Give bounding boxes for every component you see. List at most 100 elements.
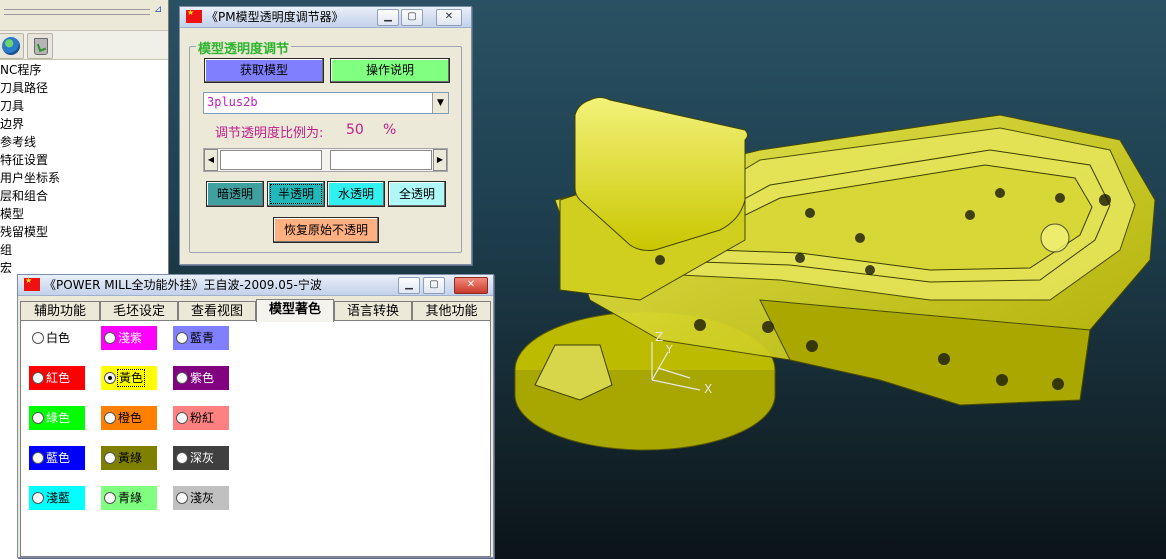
dark-transparent-button[interactable]: 暗透明 [206, 181, 264, 207]
color-option-label: 黃綠 [118, 451, 143, 465]
water-transparent-button[interactable]: 水透明 [327, 181, 385, 207]
tree-item-stock-models[interactable]: 残留模型 [0, 223, 168, 241]
color-option-label: 淺紫 [118, 331, 143, 345]
radio-button[interactable] [32, 412, 44, 424]
radio-button[interactable] [32, 332, 44, 344]
close-button[interactable]: ✕ [454, 277, 488, 294]
tab-model-shading[interactable]: 模型著色 [256, 299, 334, 322]
color-option[interactable]: 青綠 [101, 486, 157, 510]
tab-auxiliary[interactable]: 辅助功能 [20, 301, 100, 321]
radio-button[interactable] [32, 452, 44, 464]
china-flag-icon [24, 276, 40, 291]
color-option[interactable]: 深灰 [173, 446, 229, 470]
tree-item-levels[interactable]: 层和组合 [0, 187, 168, 205]
tab-view[interactable]: 查看视图 [178, 301, 256, 321]
axis-label-y: Y [666, 343, 673, 356]
color-option[interactable]: 紫色 [173, 366, 229, 390]
color-option-label: 淺灰 [190, 491, 215, 505]
color-option[interactable]: 橙色 [101, 406, 157, 430]
radio-button[interactable] [104, 452, 116, 464]
scroll-right-icon[interactable]: ▶ [433, 149, 447, 171]
tree-item-models[interactable]: 模型 [0, 205, 168, 223]
globe-button[interactable] [0, 33, 24, 59]
plugin-window: 《POWER MILL全功能外挂》王自波-2009.05-宁波 ▁ ▢ ✕ 辅助… [17, 274, 494, 558]
radio-button[interactable] [176, 452, 188, 464]
slider-thumb[interactable] [220, 150, 322, 170]
explorer-toolbar [0, 31, 168, 60]
radio-button[interactable] [176, 412, 188, 424]
radio-button[interactable] [176, 492, 188, 504]
color-option-label: 黃色 [116, 369, 146, 387]
recycle-bin-button[interactable] [27, 33, 53, 59]
axis-label-x: X [704, 382, 713, 396]
chevron-down-icon[interactable]: ▼ [432, 93, 448, 113]
model-select-value: 3plus2b [207, 95, 258, 109]
color-option-label: 白色 [46, 331, 71, 345]
globe-icon [2, 37, 20, 55]
instructions-button[interactable]: 操作说明 [330, 58, 450, 83]
radio-button[interactable] [32, 372, 44, 384]
color-option[interactable]: 紅色 [29, 366, 85, 390]
model-select[interactable]: 3plus2b ▼ [203, 92, 449, 114]
radio-button[interactable] [104, 332, 116, 344]
tab-language[interactable]: 语言转换 [334, 301, 412, 321]
half-transparent-button[interactable]: 半透明 [267, 181, 325, 207]
minimize-button[interactable]: ▁ [377, 9, 399, 26]
transparency-slider[interactable]: ◀ ▶ [203, 148, 448, 172]
color-option[interactable]: 淺灰 [173, 486, 229, 510]
color-option-label: 粉紅 [190, 411, 215, 425]
tab-stock-setup[interactable]: 毛坯设定 [100, 301, 178, 321]
tree-item-nc-programs[interactable]: NC程序 [0, 61, 168, 79]
radio-button[interactable] [104, 492, 116, 504]
tree-item-feature-sets[interactable]: 特征设置 [0, 151, 168, 169]
toolbar-grip[interactable] [4, 9, 150, 15]
plugin-titlebar[interactable]: 《POWER MILL全功能外挂》王自波-2009.05-宁波 ▁ ▢ ✕ [18, 275, 493, 296]
color-option-label: 深灰 [190, 451, 215, 465]
ratio-value: 50 [346, 122, 364, 138]
get-model-button[interactable]: 获取模型 [204, 58, 324, 83]
radio-button[interactable] [176, 332, 188, 344]
maximize-button[interactable]: ▢ [423, 277, 445, 294]
tree-item-workplanes[interactable]: 用户坐标系 [0, 169, 168, 187]
color-option[interactable]: 黃色 [101, 366, 157, 390]
radio-button[interactable] [104, 372, 116, 384]
color-option[interactable]: 藍色 [29, 446, 85, 470]
ratio-unit: % [383, 122, 397, 138]
color-option-label: 紅色 [46, 371, 71, 385]
pin-icon[interactable]: ⊿ [154, 4, 165, 16]
transparency-titlebar[interactable]: 《PM模型透明度调节器》 ▁ ▢ ✕ [180, 7, 471, 28]
tree-item-patterns[interactable]: 参考线 [0, 133, 168, 151]
tree-item-boundaries[interactable]: 边界 [0, 115, 168, 133]
maximize-button[interactable]: ▢ [401, 9, 423, 26]
color-option[interactable]: 粉紅 [173, 406, 229, 430]
axis-label-z: Z [655, 330, 664, 344]
color-option[interactable]: 淺藍 [29, 486, 85, 510]
ratio-label: 调节透明度比例为: [215, 126, 324, 141]
group-title: 模型透明度调节 [196, 38, 292, 57]
color-option[interactable]: 黃綠 [101, 446, 157, 470]
color-option[interactable]: 綠色 [29, 406, 85, 430]
tab-other[interactable]: 其他功能 [412, 301, 491, 321]
tree-item-tools[interactable]: 刀具 [0, 97, 168, 115]
color-option[interactable]: 藍青 [173, 326, 229, 350]
color-option-label: 紫色 [190, 371, 215, 385]
color-option-label: 淺藍 [46, 491, 71, 505]
minimize-button[interactable]: ▁ [398, 277, 420, 294]
restore-opaque-button[interactable]: 恢复原始不透明 [273, 217, 379, 243]
radio-button[interactable] [104, 412, 116, 424]
scroll-left-icon[interactable]: ◀ [204, 149, 218, 171]
color-option-label: 藍青 [190, 331, 215, 345]
close-button[interactable]: ✕ [436, 9, 462, 26]
tree-item-toolpaths[interactable]: 刀具路径 [0, 79, 168, 97]
slider-track-right[interactable] [330, 150, 432, 170]
radio-button[interactable] [176, 372, 188, 384]
color-option[interactable]: 白色 [29, 326, 85, 350]
radio-button[interactable] [32, 492, 44, 504]
recycle-bin-icon [34, 38, 48, 55]
color-option-label: 綠色 [46, 411, 71, 425]
tree-item-groups[interactable]: 组 [0, 241, 168, 259]
color-option[interactable]: 淺紫 [101, 326, 157, 350]
explorer-header: ⊿ [0, 0, 168, 31]
transparency-window-title: 《PM模型透明度调节器》 [206, 10, 344, 24]
full-transparent-button[interactable]: 全透明 [388, 181, 446, 207]
